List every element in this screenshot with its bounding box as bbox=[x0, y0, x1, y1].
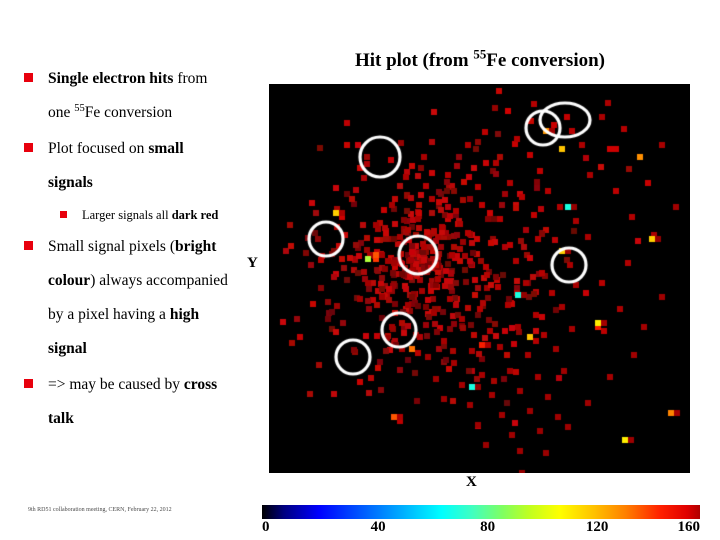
colorbar-tick: 120 bbox=[585, 519, 609, 535]
slide-footer: 9th RD51 collaboration meeting, CERN, Fe… bbox=[28, 507, 172, 513]
x-axis-label: X bbox=[466, 474, 477, 490]
list-item: Plot focused on small signals bbox=[0, 132, 268, 200]
list-item-bold: colour bbox=[48, 272, 91, 289]
list-item-line: Small signal pixels (bright bbox=[48, 230, 268, 264]
list-item-pre: => may be caused by bbox=[48, 376, 184, 393]
list-item-line: => may be caused by cross bbox=[48, 368, 268, 402]
colorbar-tick: 0 bbox=[262, 519, 270, 535]
list-item-line: talk bbox=[48, 410, 74, 427]
bullet-square-icon bbox=[24, 241, 33, 250]
list-item-line: signals bbox=[48, 174, 93, 191]
bullet-square-icon bbox=[60, 211, 67, 218]
bullet-square-icon bbox=[24, 73, 33, 82]
list-item-line: colour) always accompanied bbox=[48, 264, 268, 298]
colorbar-tick: 160 bbox=[677, 519, 701, 535]
list-item-bold: small bbox=[148, 140, 184, 157]
list-item-line: one 55Fe conversion bbox=[48, 96, 268, 130]
page-title-post: Fe conversion) bbox=[486, 50, 606, 71]
list-item-line: Single electron hits from bbox=[48, 62, 268, 96]
list-item-line: Larger signals all dark red bbox=[82, 202, 268, 228]
bullet-list: Single electron hits from one 55Fe conve… bbox=[0, 62, 268, 462]
list-item-rest: from bbox=[173, 70, 208, 87]
list-item-bold: dark red bbox=[171, 208, 219, 222]
list-item-post: Fe conversion bbox=[84, 104, 173, 121]
list-item-line: Plot focused on small bbox=[48, 132, 268, 166]
colorbar-gradient bbox=[262, 505, 700, 519]
page-title-pre: Hit plot (from bbox=[354, 50, 474, 71]
hit-plot bbox=[269, 84, 690, 473]
page-title: Hit plot (from 55Fe conversion) bbox=[270, 46, 690, 72]
list-item-bold: Single electron hits bbox=[48, 70, 174, 87]
hit-plot-canvas bbox=[269, 84, 690, 473]
list-item-post: ) always accompanied bbox=[90, 272, 228, 289]
list-item-pre: Small signal pixels ( bbox=[48, 238, 176, 255]
list-item-superscript: 55 bbox=[74, 102, 85, 114]
list-item: Small signal pixels (bright colour) alwa… bbox=[0, 230, 268, 366]
list-item-pre: Plot focused on bbox=[48, 140, 149, 157]
list-item-pre: by a pixel having a bbox=[48, 306, 170, 323]
list-item-bold: bright bbox=[175, 238, 217, 255]
bullet-square-icon bbox=[24, 379, 33, 388]
list-item-bold: high bbox=[169, 306, 200, 323]
colorbar: 0 40 80 120 160 bbox=[262, 505, 700, 539]
list-item-line: signal bbox=[48, 340, 87, 357]
list-item: => may be caused by cross talk bbox=[0, 368, 268, 436]
list-item-sub: Larger signals all dark red bbox=[0, 202, 268, 228]
y-axis-label: Y bbox=[247, 255, 258, 271]
list-item-bold: cross bbox=[183, 376, 218, 393]
bullet-square-icon bbox=[24, 143, 33, 152]
list-item-pre: Larger signals all bbox=[82, 208, 172, 222]
colorbar-tick: 80 bbox=[480, 519, 496, 535]
page-title-superscript: 55 bbox=[473, 46, 487, 62]
list-item-pre: one bbox=[48, 104, 75, 121]
list-item: Single electron hits from one 55Fe conve… bbox=[0, 62, 268, 130]
list-item-line: by a pixel having a high bbox=[48, 298, 268, 332]
colorbar-tick: 40 bbox=[370, 519, 386, 535]
